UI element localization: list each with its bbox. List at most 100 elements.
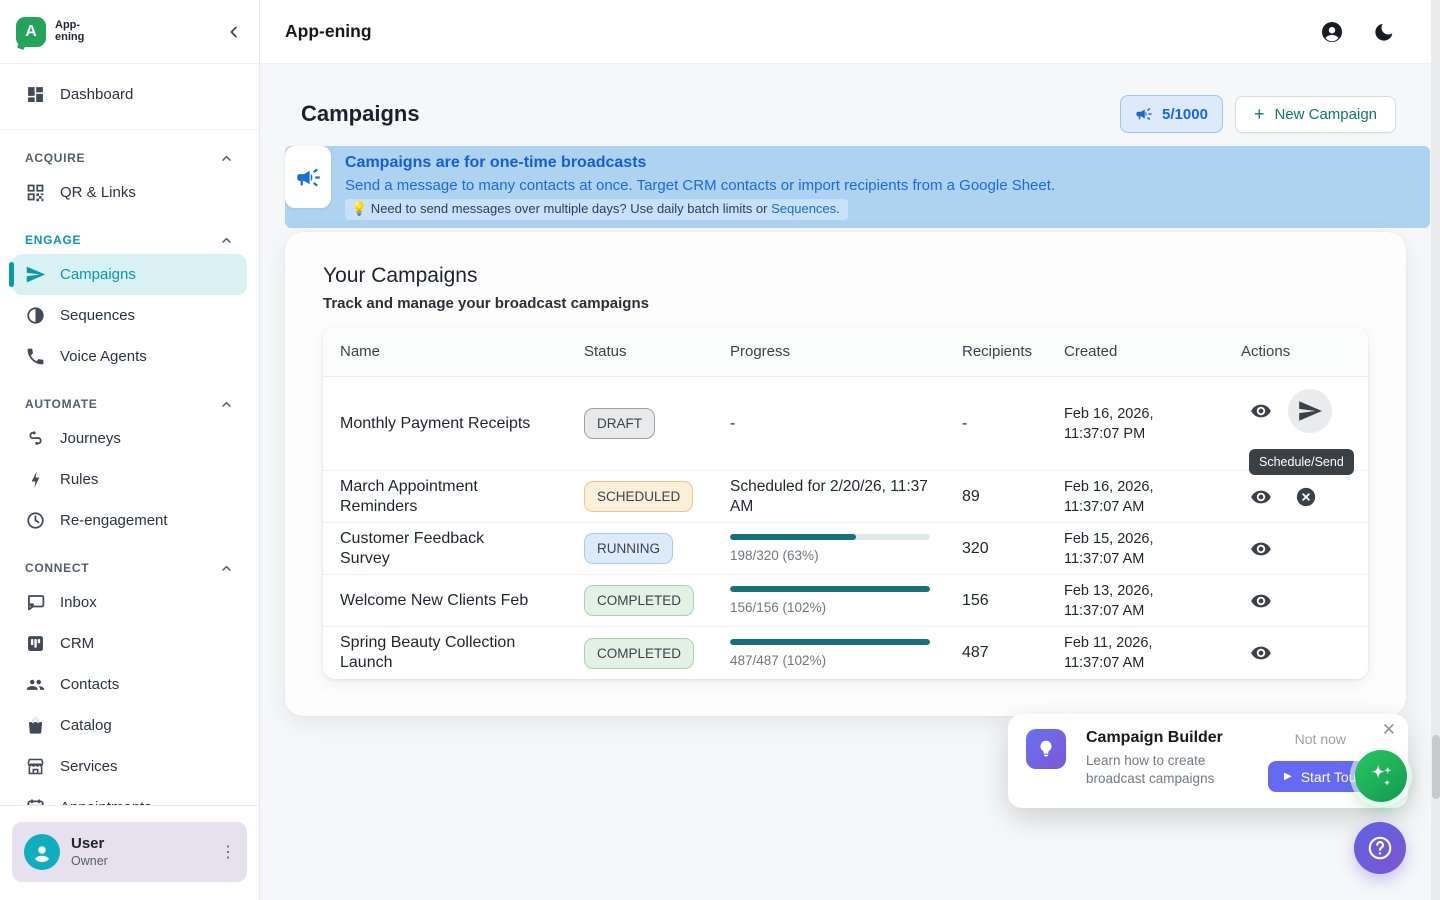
cancel-campaign-button[interactable] bbox=[1288, 479, 1324, 515]
progress-bar bbox=[730, 534, 930, 540]
sidebar-section-connect[interactable]: CONNECT bbox=[12, 554, 247, 582]
campaigns-table: NameStatusProgressRecipientsCreatedActio… bbox=[323, 327, 1368, 679]
recipients-cell: 156 bbox=[962, 592, 1064, 610]
sidebar-item-dashboard[interactable]: Dashboard bbox=[12, 74, 247, 115]
scrollbar-track[interactable] bbox=[1431, 0, 1440, 900]
sidebar-item-inbox[interactable]: Inbox bbox=[12, 582, 247, 623]
ai-assistant-fab[interactable] bbox=[1355, 750, 1407, 802]
actions-cell bbox=[1241, 479, 1368, 515]
sidebar-item-qr-links[interactable]: QR & Links bbox=[12, 172, 247, 213]
status-badge: COMPLETED bbox=[584, 638, 694, 669]
progress-bar-fill bbox=[730, 639, 930, 645]
megaphone-icon bbox=[295, 164, 322, 191]
campaign-name: March Appointment Reminders bbox=[340, 477, 584, 517]
user-card[interactable]: User Owner ⋮ bbox=[12, 822, 247, 882]
banner-title: Campaigns are for one-time broadcasts bbox=[345, 153, 1418, 173]
campaigns-card: Your Campaigns Track and manage your bro… bbox=[285, 232, 1406, 716]
sidebar-item-contacts[interactable]: Contacts bbox=[12, 664, 247, 705]
campaign-name: Welcome New Clients Feb bbox=[340, 591, 584, 611]
people-icon bbox=[25, 674, 46, 695]
sequences-link[interactable]: Sequences bbox=[771, 201, 836, 216]
moon-icon bbox=[1372, 20, 1396, 44]
popup-close-button[interactable]: ✕ bbox=[1382, 720, 1396, 740]
chevron-up-icon bbox=[219, 561, 234, 576]
table-row: March Appointment RemindersSCHEDULEDSche… bbox=[323, 471, 1368, 523]
campaign-builder-popup: Campaign Builder Learn how to create bro… bbox=[1008, 714, 1408, 808]
status-badge: DRAFT bbox=[584, 408, 655, 439]
sidebar-collapse-button[interactable] bbox=[225, 23, 243, 41]
status-cell: COMPLETED bbox=[584, 585, 730, 616]
column-header: Created bbox=[1064, 343, 1241, 360]
lightbulb-icon bbox=[1035, 738, 1057, 760]
campaign-quota-badge[interactable]: 5/1000 bbox=[1120, 95, 1223, 133]
sidebar-item-journeys[interactable]: Journeys bbox=[12, 418, 247, 459]
created-cell: Feb 11, 2026,11:37:07 AM bbox=[1064, 633, 1241, 673]
sidebar-item-label: Appointments bbox=[60, 799, 152, 805]
view-campaign-button[interactable] bbox=[1243, 635, 1279, 671]
sidebar-item-services[interactable]: Services bbox=[12, 746, 247, 787]
not-now-button[interactable]: Not now bbox=[1295, 731, 1346, 747]
progress-bar bbox=[730, 639, 930, 645]
sidebar-item-catalog[interactable]: Catalog bbox=[12, 705, 247, 746]
section-label: AUTOMATE bbox=[25, 397, 98, 411]
user-menu-button[interactable]: ⋮ bbox=[220, 842, 235, 862]
sidebar-item-label: Campaigns bbox=[60, 266, 136, 283]
section-label: ENGAGE bbox=[25, 233, 81, 247]
new-campaign-button[interactable]: + New Campaign bbox=[1235, 96, 1396, 133]
eye-icon bbox=[1250, 642, 1272, 664]
created-cell: Feb 16, 2026,11:37:07 PM bbox=[1064, 404, 1241, 444]
play-icon: ▶ bbox=[1284, 771, 1292, 782]
lightbulb-tile bbox=[1026, 729, 1066, 769]
sidebar-item-label: Contacts bbox=[60, 676, 119, 693]
view-campaign-button[interactable] bbox=[1243, 583, 1279, 619]
help-fab[interactable] bbox=[1354, 822, 1406, 874]
user-avatar bbox=[24, 834, 60, 870]
actions-cell bbox=[1241, 531, 1368, 567]
sidebar-item-voice-agents[interactable]: Voice Agents bbox=[12, 336, 247, 377]
bolt-icon bbox=[25, 469, 46, 490]
column-header: Name bbox=[340, 343, 584, 360]
dashboard-icon bbox=[25, 84, 46, 105]
sidebar-section-automate[interactable]: AUTOMATE bbox=[12, 390, 247, 418]
progress-bar-fill bbox=[730, 534, 856, 540]
sidebar-item-rules[interactable]: Rules bbox=[12, 459, 247, 500]
sidebar-item-sequences[interactable]: Sequences bbox=[12, 295, 247, 336]
voice-icon bbox=[25, 346, 46, 367]
view-campaign-button[interactable] bbox=[1243, 393, 1279, 429]
scrollbar-thumb[interactable] bbox=[1432, 735, 1440, 799]
topbar-title: App-ening bbox=[285, 21, 372, 42]
account-button[interactable] bbox=[1320, 20, 1344, 44]
sidebar-item-re-engagement[interactable]: Re-engagement bbox=[12, 500, 247, 541]
bag-icon bbox=[25, 715, 46, 736]
status-cell: COMPLETED bbox=[584, 638, 730, 669]
user-info: User Owner bbox=[71, 835, 108, 869]
sidebar-item-crm[interactable]: CRM bbox=[12, 623, 247, 664]
info-banner: Campaigns are for one-time broadcasts Se… bbox=[285, 146, 1430, 228]
send-campaign-button[interactable] bbox=[1288, 389, 1332, 433]
plus-icon: + bbox=[1254, 106, 1265, 122]
section-label: CONNECT bbox=[25, 561, 89, 575]
created-time: 11:37:07 AM bbox=[1064, 549, 1241, 569]
help-icon bbox=[1365, 833, 1395, 863]
status-cell: SCHEDULED bbox=[584, 481, 730, 512]
dark-mode-toggle[interactable] bbox=[1372, 20, 1396, 44]
table-row: Welcome New Clients FebCOMPLETED156/156 … bbox=[323, 575, 1368, 627]
view-campaign-button[interactable] bbox=[1243, 531, 1279, 567]
sidebar-item-label: Dashboard bbox=[60, 86, 133, 103]
sidebar-item-campaigns[interactable]: Campaigns bbox=[12, 254, 247, 295]
sidebar-item-appointments[interactable]: Appointments bbox=[12, 787, 247, 805]
chevron-left-icon bbox=[225, 23, 243, 41]
page-title: Campaigns bbox=[301, 101, 420, 127]
recipients-cell: - bbox=[962, 415, 1064, 433]
created-time: 11:37:07 PM bbox=[1064, 424, 1241, 444]
sidebar-section-engage[interactable]: ENGAGE bbox=[12, 226, 247, 254]
sidebar-item-label: Catalog bbox=[60, 717, 112, 734]
view-campaign-button[interactable] bbox=[1243, 479, 1279, 515]
journeys-icon bbox=[25, 428, 46, 449]
campaign-name: Monthly Payment Receipts bbox=[340, 414, 584, 434]
user-role: Owner bbox=[71, 853, 108, 869]
calendar-icon bbox=[25, 797, 46, 805]
sidebar-section-acquire[interactable]: ACQUIRE bbox=[12, 144, 247, 172]
status-cell: DRAFT bbox=[584, 408, 730, 439]
progress-label: 156/156 (102%) bbox=[730, 600, 932, 615]
